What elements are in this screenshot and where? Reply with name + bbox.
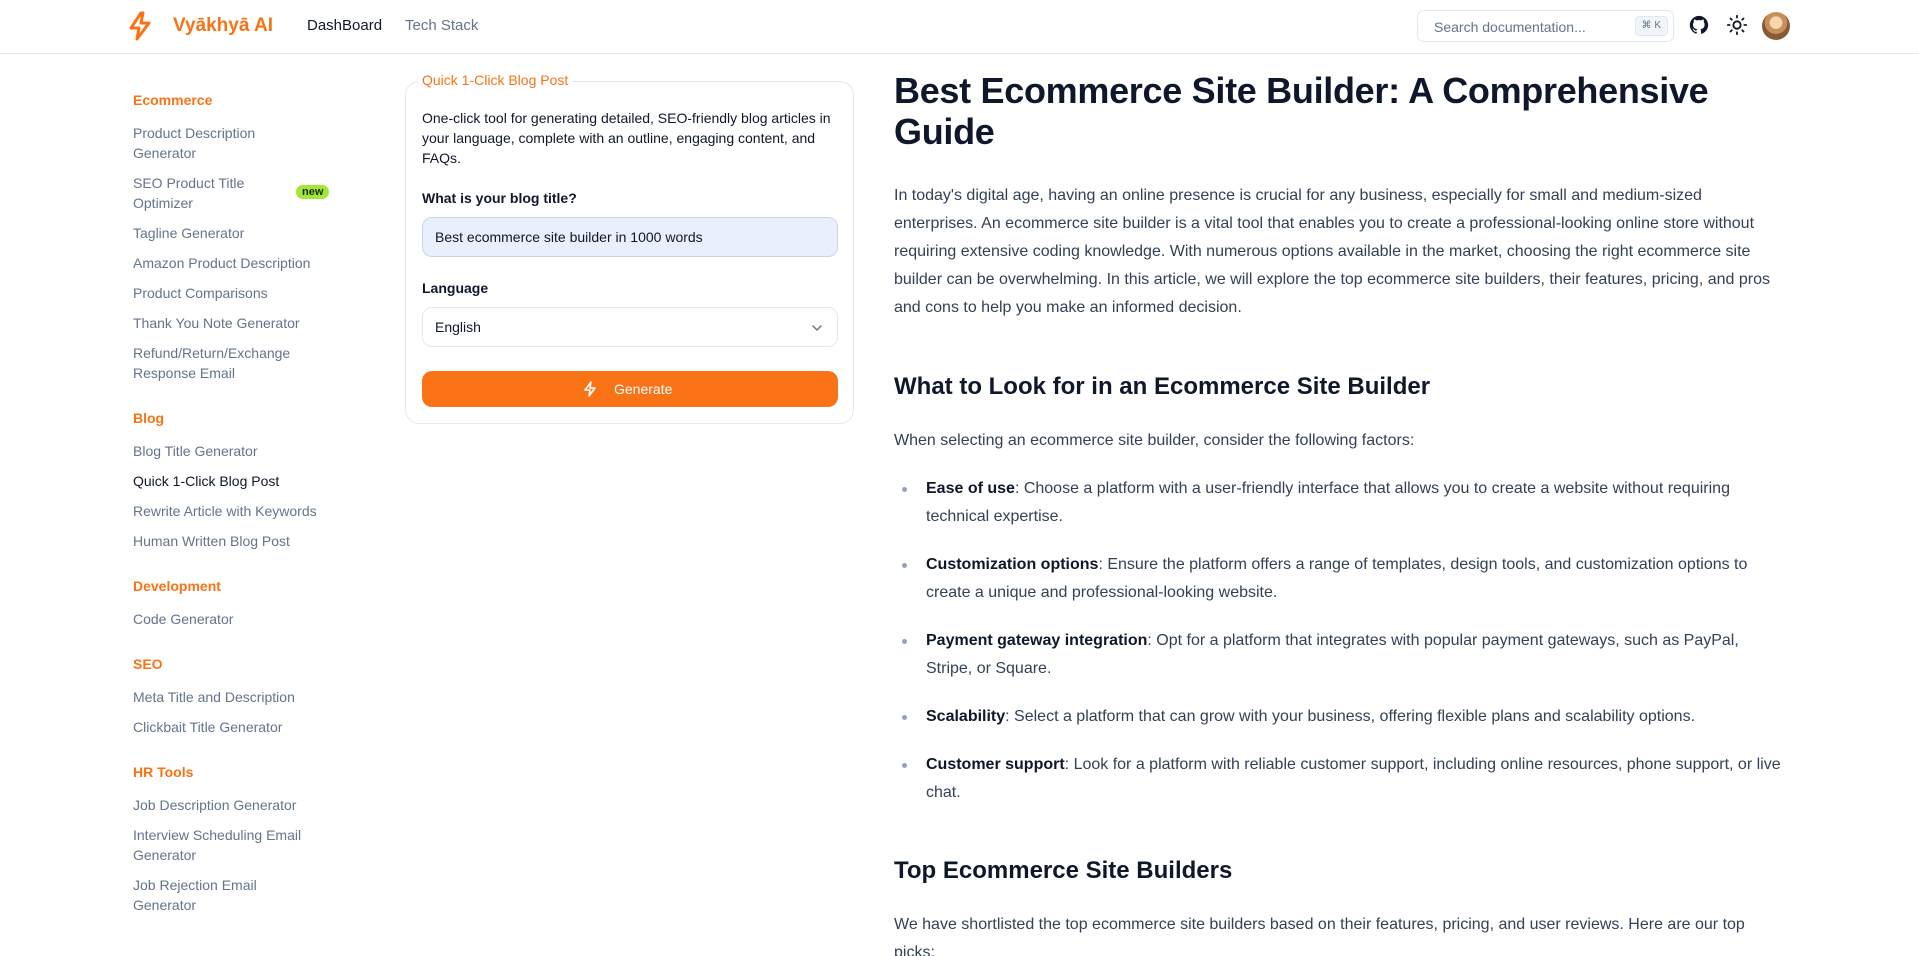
sidebar-item-blog-title-generator[interactable]: Blog Title Generator [133,441,258,461]
sidebar-item-quick-1-click-blog-post[interactable]: Quick 1-Click Blog Post [133,471,279,491]
article-intro: In today's digital age, having an online… [894,187,1770,316]
sidebar-item-clickbait-title-generator[interactable]: Clickbait Title Generator [133,717,282,737]
list-item: Ease of use: Choose a platform with a us… [902,475,1788,531]
sidebar-item-meta-title-and-description[interactable]: Meta Title and Description [133,687,295,707]
tool-description: One-click tool for generating detailed, … [422,110,831,166]
sidebar-item-tagline-generator[interactable]: Tagline Generator [133,223,244,243]
top-header: Vyākhyā AI DashBoard Tech Stack Search d… [0,0,1919,54]
sidebar-section-seo: SEO [133,656,163,672]
sun-icon[interactable] [1726,14,1748,36]
section-heading-top-builders: Top Ecommerce Site Builders [894,857,1233,884]
sidebar-item-refund-response-email[interactable]: Refund/Return/Exchange Response Email [133,343,313,383]
blog-title-label: What is your blog title? [422,190,577,206]
sidebar-section-development: Development [133,578,221,594]
list-item-text: : Select a platform that can grow with y… [1005,708,1696,725]
panel-title: Quick 1-Click Blog Post [418,72,573,88]
sidebar-item-amazon-product-description[interactable]: Amazon Product Description [133,253,310,273]
avatar[interactable] [1762,12,1790,40]
sidebar-item-product-description-generator[interactable]: Product Description Generator [133,123,293,163]
sidebar-item-job-rejection-email-generator[interactable]: Job Rejection Email Generator [133,875,283,915]
sidebar-section-ecommerce: Ecommerce [133,92,213,108]
list-item-term: Customer support [926,756,1065,773]
sidebar-item-rewrite-article-with-keywords[interactable]: Rewrite Article with Keywords [133,501,317,521]
sidebar-item-job-description-generator[interactable]: Job Description Generator [133,795,296,815]
list-item: Scalability: Select a platform that can … [902,703,1788,731]
section-heading-what-to-look-for: What to Look for in an Ecommerce Site Bu… [894,373,1431,400]
search-placeholder: Search documentation... [1434,19,1586,35]
language-select[interactable]: English [422,307,838,347]
list-item: Payment gateway integration: Opt for a p… [902,627,1788,683]
sidebar-item-product-comparisons[interactable]: Product Comparisons [133,283,268,303]
bolt-logo-icon[interactable] [124,10,156,42]
list-item-term: Customization options [926,556,1099,573]
tool-panel: Quick 1-Click Blog Post One-click tool f… [405,72,854,424]
search-input[interactable]: Search documentation... ⌘ K [1417,10,1674,42]
blog-title-input[interactable] [422,217,838,257]
sidebar-item-interview-scheduling-email-generator[interactable]: Interview Scheduling Email Generator [133,825,323,865]
list-item: Customer support: Look for a platform wi… [902,751,1788,807]
nav-dashboard[interactable]: DashBoard [307,17,382,34]
list-item-term: Payment gateway integration [926,632,1148,649]
sidebar-item-thank-you-note-generator[interactable]: Thank You Note Generator [133,313,300,333]
sidebar-section-blog: Blog [133,410,165,426]
section-paragraph: When selecting an ecommerce site builder… [894,432,1415,449]
list-item-term: Scalability [926,708,1006,725]
generate-label: Generate [614,381,673,397]
generate-button[interactable]: Generate [422,371,838,407]
language-value: English [435,319,481,335]
sidebar-item-human-written-blog-post[interactable]: Human Written Blog Post [133,531,290,551]
github-icon[interactable] [1688,14,1710,36]
sidebar-section-hr-tools: HR Tools [133,764,194,780]
bolt-icon [584,381,596,397]
language-label: Language [422,280,489,296]
brand-name[interactable]: Vyākhyā AI [173,15,273,37]
article-title: Best Ecommerce Site Builder: A Comprehen… [894,70,1709,152]
section-paragraph: We have shortlisted the top ecommerce si… [894,916,1745,956]
list-item-text: : Choose a platform with a user-friendly… [926,480,1730,525]
nav-tech-stack[interactable]: Tech Stack [405,17,478,34]
search-shortcut: ⌘ K [1634,16,1668,36]
list-item: Customization options: Ensure the platfo… [902,551,1788,607]
sidebar-item-code-generator[interactable]: Code Generator [133,609,233,629]
sidebar-item-seo-product-title-optimizer[interactable]: SEO Product Title Optimizer [133,173,283,213]
new-badge: new [296,185,330,199]
list-item-term: Ease of use [926,480,1015,497]
chevron-down-icon [812,325,822,331]
